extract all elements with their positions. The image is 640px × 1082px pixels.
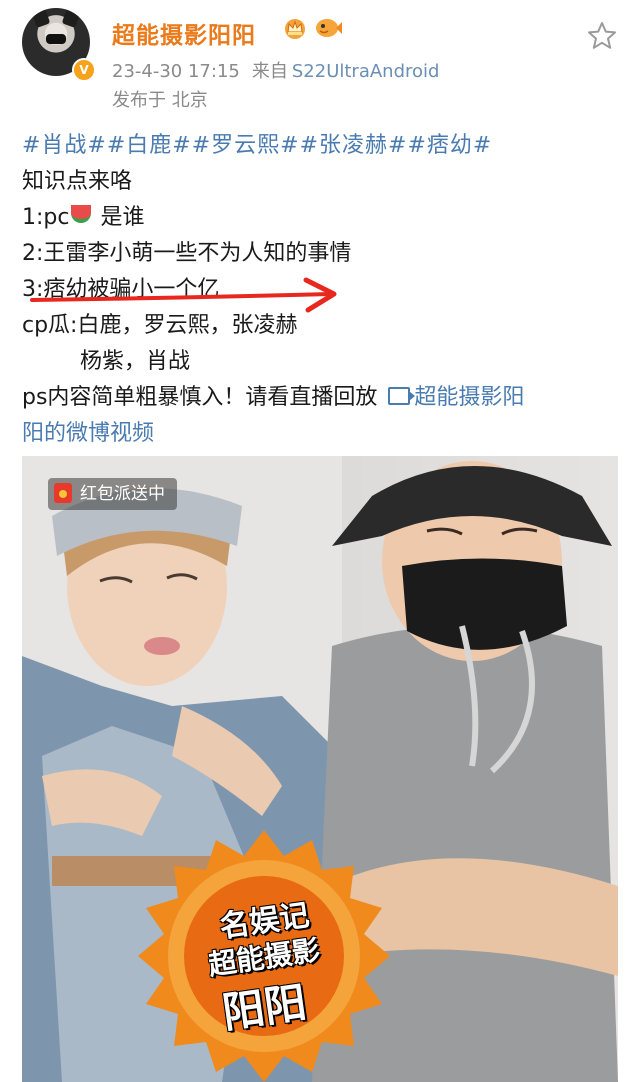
body-line-2-prefix: 1:pc [22,205,70,230]
name-stamp-badge: 名娱记 超能摄影 阳阳 [134,826,394,1082]
avatar-ear-right [61,8,81,28]
red-arrow-annotation [30,277,337,313]
star-icon[interactable] [586,20,618,52]
body-line-2-suffix: 是谁 [93,205,145,230]
watermelon-icon [71,205,92,223]
device-link[interactable]: S22UltraAndroid [292,61,440,82]
red-envelope-icon [54,483,72,503]
live-tag-text: 红包派送中 [80,484,165,504]
body-line-7-prefix: ps内容简单粗暴慎入！请看直播回放 [22,385,385,410]
crown-badge-icon [285,19,305,39]
fish-badge-icon [316,19,342,37]
hashtags[interactable]: #肖战##白鹿##罗云熙##张凌赫##痞幼# [22,128,622,164]
body-line-7: ps内容简单粗暴慎入！请看直播回放 超能摄影阳 [22,380,622,416]
post-header: V 超能摄影阳阳 23-4-30 17:15 来自 S22UltraAndroid … [0,0,640,120]
source-prefix: 来自 [251,61,288,82]
video-thumbnail[interactable]: 红包派送中 名娱记 超能摄影 阳阳 [22,456,618,1082]
avatar-mask [46,34,66,44]
video-link-icon [388,387,416,405]
body-line-1: 知识点来咯 [22,169,133,194]
post-meta: 23-4-30 17:15 来自 S22UltraAndroid [112,57,439,83]
username[interactable]: 超能摄影阳阳 [112,16,256,50]
video-link-part-2[interactable]: 阳的微博视频 [22,416,622,452]
body-line-2: 1:pc 是谁 [22,200,622,236]
timestamp: 23-4-30 17:15 [112,61,240,82]
verified-v-icon: V [72,58,96,82]
video-link-part-1[interactable]: 超能摄影阳 [414,385,524,410]
location: 发布于 北京 [112,90,208,111]
live-tag: 红包派送中 [48,478,177,510]
avatar-ear-left [31,8,51,28]
body-line-6: 杨紫，肖战 [80,349,191,374]
body-line-3: 2:王雷李小萌一些不为人知的事情 [22,241,352,266]
